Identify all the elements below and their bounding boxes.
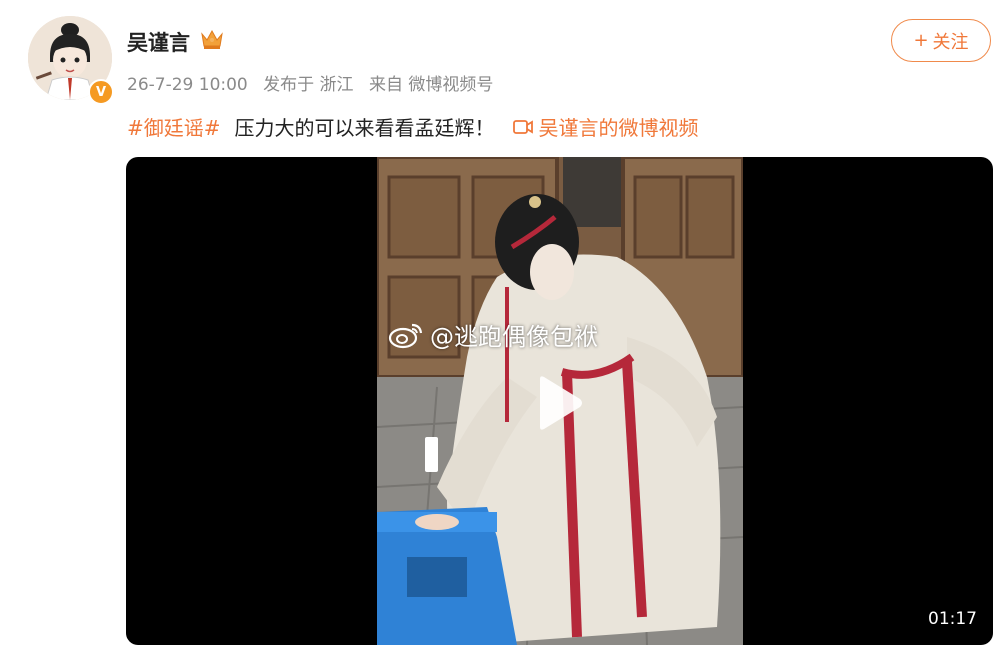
paused-indicator <box>425 437 438 472</box>
verified-badge-icon: V <box>88 79 114 105</box>
follow-button-label: 关注 <box>932 31 969 53</box>
video-duration: 01:17 <box>928 609 977 629</box>
plus-icon: + <box>913 30 929 51</box>
video-player[interactable]: @逃跑偶像包袱 01:17 <box>126 157 993 645</box>
video-link[interactable]: 吴谨言的微博视频 <box>512 112 699 141</box>
video-watermark: @逃跑偶像包袱 <box>388 317 598 352</box>
hashtag-link[interactable]: #御廷谣# <box>127 112 221 141</box>
post-text: #御廷谣# 压力大的可以来看看孟廷辉！ 吴谨言的微博视频 <box>127 112 699 141</box>
username[interactable]: 吴谨言 <box>127 27 190 57</box>
video-camera-icon <box>512 119 533 134</box>
play-icon[interactable] <box>534 375 584 431</box>
post-location: 发布于 浙江 <box>263 75 354 95</box>
post-meta: 26-7-29 10:00 发布于 浙江 来自 微博视频号 <box>127 70 503 95</box>
post-source[interactable]: 来自 微博视频号 <box>369 75 493 95</box>
follow-button[interactable]: + 关注 <box>891 19 991 62</box>
video-link-label: 吴谨言的微博视频 <box>538 116 699 140</box>
crown-icon <box>201 29 223 49</box>
weibo-logo-icon <box>388 323 423 348</box>
post-body: 压力大的可以来看看孟廷辉！ <box>234 116 495 140</box>
watermark-text: @逃跑偶像包袱 <box>430 323 598 351</box>
post-time[interactable]: 26-7-29 10:00 <box>127 75 248 95</box>
